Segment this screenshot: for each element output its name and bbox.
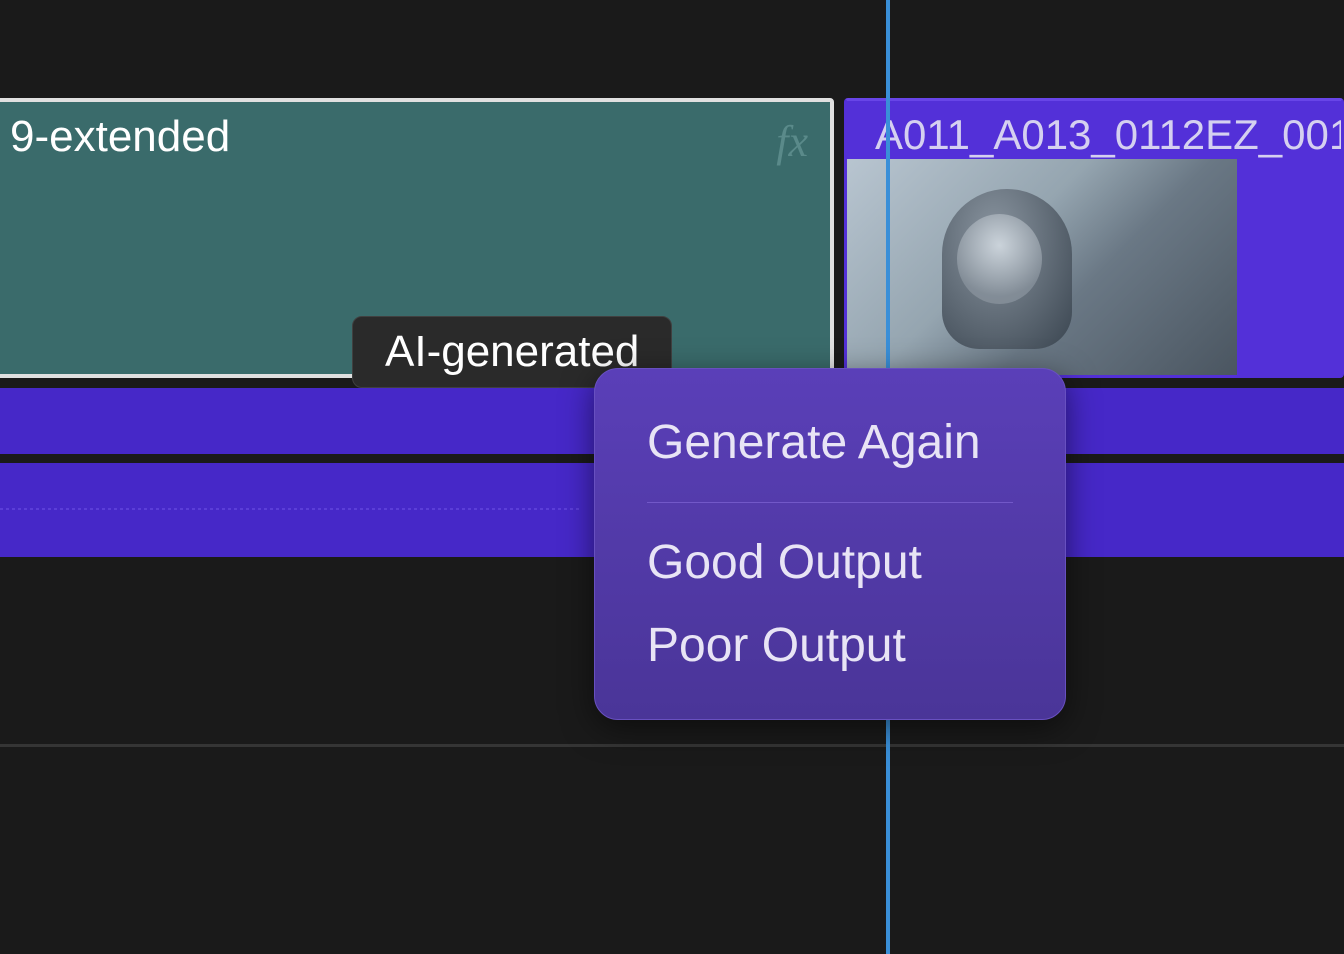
clip-label: 9-extended	[10, 112, 230, 162]
audio-waveform	[0, 478, 580, 548]
clip-thumbnail	[847, 159, 1237, 378]
timeline: 9-extended fx A011_A013_0112EZ_001 AI-ge…	[0, 0, 1344, 954]
clip-a011[interactable]: A011_A013_0112EZ_001	[844, 98, 1344, 378]
menu-item-poor-output[interactable]: Poor Output	[595, 604, 1065, 687]
menu-divider	[647, 502, 1013, 503]
menu-item-good-output[interactable]: Good Output	[595, 521, 1065, 604]
tooltip-label: AI-generated	[385, 327, 639, 376]
fx-icon[interactable]: fx	[776, 116, 808, 167]
track-divider	[0, 744, 1344, 747]
context-menu: Generate Again Good Output Poor Output	[594, 368, 1066, 720]
clip-label: A011_A013_0112EZ_001	[875, 111, 1344, 159]
menu-item-generate-again[interactable]: Generate Again	[595, 401, 1065, 484]
